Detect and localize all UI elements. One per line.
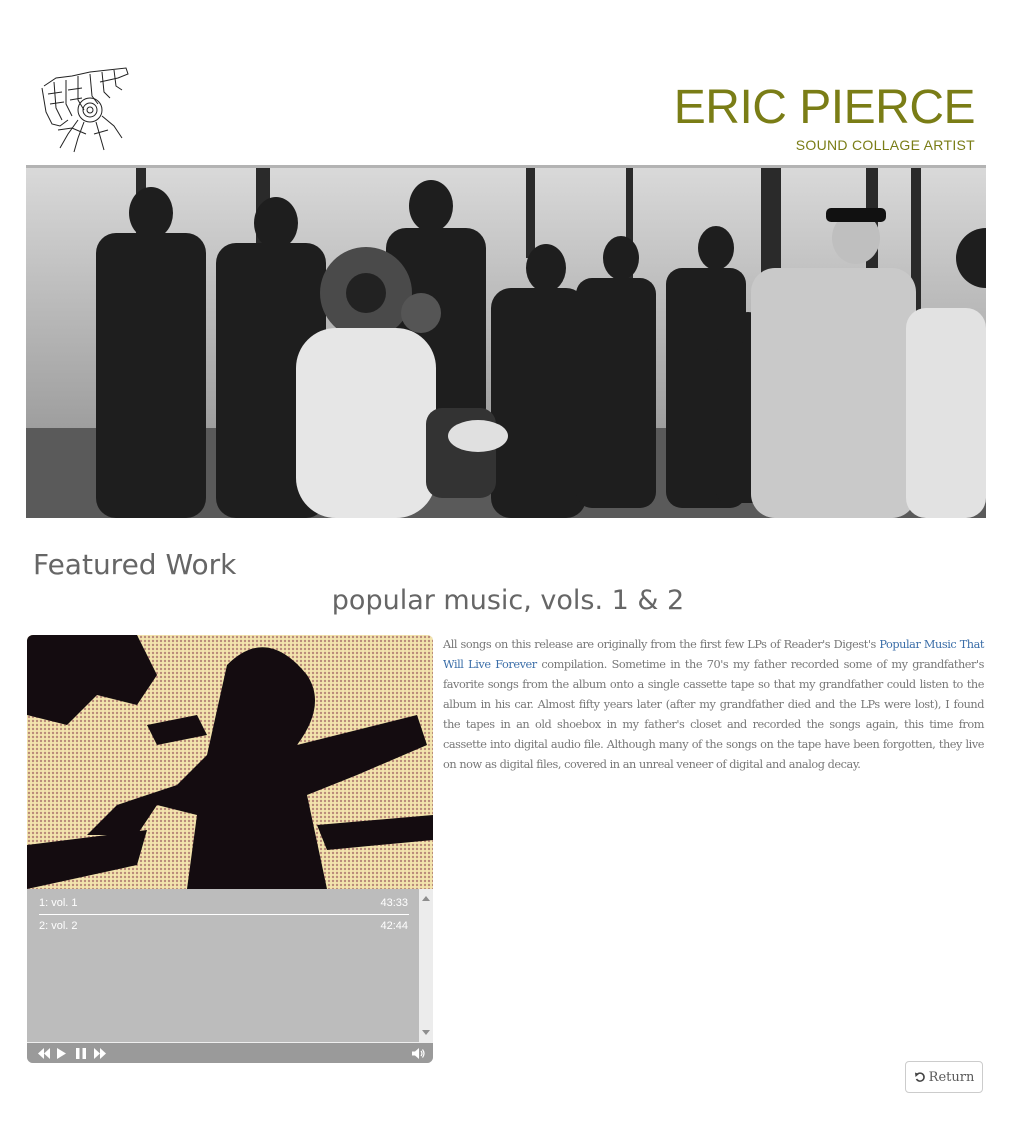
volume-icon[interactable] [411, 1047, 425, 1060]
fast-forward-icon[interactable] [93, 1047, 107, 1060]
track-item-vol-2[interactable]: 2: vol. 2 42:44 [39, 915, 409, 937]
track-duration: 43:33 [380, 897, 408, 909]
track-title: 2: vol. 2 [39, 920, 78, 932]
rewind-icon[interactable] [37, 1047, 51, 1060]
release-title: popular music, vols. 1 & 2 [331, 585, 685, 616]
track-title: 1: vol. 1 [39, 897, 78, 909]
undo-icon [914, 1072, 925, 1082]
album-cover [27, 635, 433, 889]
release-description: All songs on this release are originally… [443, 635, 984, 775]
track-duration: 42:44 [380, 920, 408, 932]
scroll-down-arrow-icon[interactable] [422, 1030, 430, 1035]
hero-image [26, 168, 986, 518]
track-item-vol-1[interactable]: 1: vol. 1 43:33 [39, 892, 409, 914]
description-text: All songs on this release are originally… [443, 638, 880, 651]
description-text-continued: compilation. Sometime in the 70's my fat… [443, 658, 984, 771]
player-controls [27, 1042, 433, 1063]
pause-icon[interactable] [75, 1047, 87, 1060]
halftone-album-cover [27, 635, 433, 889]
audio-player: 1: vol. 1 43:33 2: vol. 2 42:44 [27, 635, 433, 1063]
return-label: Return [928, 1069, 975, 1085]
tracklist-scrollbar[interactable] [419, 889, 433, 1042]
scroll-up-arrow-icon[interactable] [422, 896, 430, 901]
logo[interactable] [38, 64, 132, 156]
play-icon[interactable] [56, 1047, 67, 1060]
return-button[interactable]: Return [905, 1061, 983, 1093]
site-subtitle: SOUND COLLAGE ARTIST [795, 137, 975, 153]
sketch-drawing-logo [41, 67, 129, 153]
site-title[interactable]: ERIC PIERCE [674, 80, 976, 136]
section-title: Featured Work [33, 548, 237, 582]
hero-photo [26, 168, 986, 518]
